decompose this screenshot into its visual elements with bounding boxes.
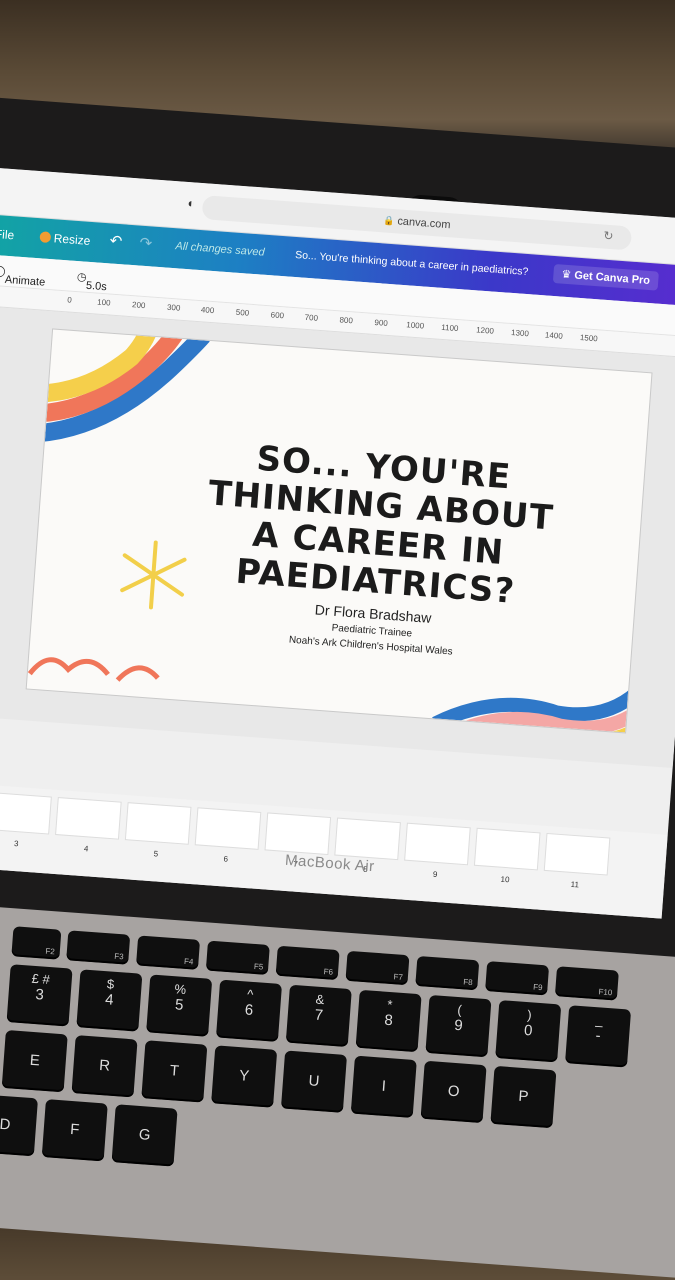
thumbnail-number: 5 — [153, 849, 159, 859]
key-d[interactable]: D — [0, 1093, 39, 1157]
redo-icon[interactable]: ↷ — [139, 234, 153, 253]
page-thumbnails: 2 3 4 5 6 7 8 9 10 11 49% — [0, 782, 668, 919]
orange-arches — [27, 657, 160, 682]
key-f5[interactable]: F5 — [205, 940, 270, 975]
asterisk-shape — [120, 540, 187, 610]
key-3[interactable]: £ #3 — [6, 964, 73, 1027]
ruler-tick: 600 — [270, 310, 285, 321]
duration-button[interactable]: ◷ 5.0s — [77, 270, 108, 293]
keyboard: F2 F3 F4 F5 F6 F7 F8 F9 F10 £ #3 $4 % 5 ^… — [0, 905, 675, 1280]
ruler-tick: 1400 — [544, 330, 564, 341]
url-text: canva.com — [396, 215, 451, 232]
key-f3[interactable]: F3 — [66, 930, 131, 965]
ruler-tick: 1500 — [579, 333, 598, 344]
ruler-tick: 100 — [96, 297, 111, 308]
key-9[interactable]: (9 — [425, 994, 492, 1058]
key-f9[interactable]: F9 — [485, 961, 550, 996]
ruler-tick: 300 — [166, 302, 181, 313]
ruler-tick: 1200 — [475, 325, 495, 336]
key-y[interactable]: Y — [211, 1045, 278, 1108]
rainbow-top-left — [34, 329, 210, 443]
design-title[interactable]: So... You're thinking about a career in … — [295, 249, 529, 278]
ruler-tick: 1300 — [510, 328, 530, 339]
key-8[interactable]: * 8 — [355, 989, 422, 1053]
key-u[interactable]: U — [280, 1050, 348, 1113]
key-e[interactable]: E — [1, 1029, 68, 1093]
key-g[interactable]: G — [111, 1104, 178, 1167]
ruler-tick: 500 — [235, 307, 250, 318]
thumbnail[interactable] — [125, 803, 191, 844]
key-5[interactable]: % 5 — [146, 974, 213, 1037]
zoom-level[interactable]: 49% — [461, 908, 482, 919]
duration-label: 5.0s — [85, 279, 108, 294]
thumbnail-number: 10 — [500, 874, 510, 885]
thumbnail[interactable] — [56, 798, 121, 839]
key-r[interactable]: R — [71, 1035, 138, 1098]
thumbnail[interactable] — [0, 792, 51, 834]
key-f4[interactable]: F4 — [136, 935, 201, 970]
crown-icon — [39, 231, 52, 244]
key-4[interactable]: $4 — [76, 969, 143, 1032]
thumbnail-number: 11 — [570, 879, 580, 890]
slide-title: SO... YOU'RE THINKING ABOUT A CAREER IN … — [185, 435, 575, 614]
ruler-tick: 900 — [374, 317, 389, 328]
get-canva-pro-button[interactable]: ♛ Get Canva Pro — [552, 263, 659, 291]
thumbnail-number: 4 — [83, 844, 89, 854]
animate-button[interactable]: ◯ Animate — [0, 264, 46, 289]
ruler-tick: 200 — [131, 300, 146, 311]
undo-icon[interactable]: ↶ — [109, 231, 123, 250]
thumbnail[interactable] — [475, 828, 540, 870]
key-t[interactable]: T — [141, 1040, 208, 1103]
thumbnail-number: 9 — [432, 869, 438, 880]
editor-canvas: SO... YOU'RE THINKING ABOUT A CAREER IN … — [0, 306, 675, 768]
key-f2[interactable]: F2 — [11, 926, 62, 960]
ruler-tick: 1100 — [440, 322, 459, 334]
key-o[interactable]: O — [420, 1060, 487, 1124]
file-menu[interactable]: File — [0, 227, 15, 242]
thumbnail[interactable] — [265, 813, 331, 854]
rainbow-bottom-right — [432, 685, 650, 733]
key-f7[interactable]: F7 — [345, 950, 410, 986]
lock-icon: 🔒 — [382, 215, 395, 227]
thumbnail-number: 3 — [13, 838, 19, 849]
ruler-tick: 700 — [304, 312, 319, 323]
key-7[interactable]: & 7 — [285, 984, 352, 1048]
key-minus[interactable]: _ - — [565, 1005, 632, 1068]
ruler-tick: 1000 — [406, 320, 425, 331]
zoom-slider-handle[interactable] — [520, 914, 529, 919]
ruler-tick: 800 — [339, 315, 354, 326]
resize-button[interactable]: Resize — [39, 230, 91, 248]
thumbnail[interactable] — [335, 818, 400, 860]
save-status: All changes saved — [175, 240, 265, 259]
thumbnail-number: 6 — [223, 854, 229, 864]
ruler-tick: 400 — [200, 305, 215, 316]
resize-label: Resize — [53, 231, 91, 248]
ruler-tick: 0 — [66, 295, 73, 305]
key-6[interactable]: ^ 6 — [215, 979, 283, 1042]
laptop-lid: ◐ 🔒 canva.com ↻ File Resize ↶ ↷ All chang… — [0, 95, 675, 970]
thumbnail[interactable] — [195, 808, 261, 849]
key-p[interactable]: P — [490, 1065, 557, 1129]
key-0[interactable]: ) 0 — [495, 1000, 562, 1063]
key-f6[interactable]: F6 — [275, 945, 340, 981]
thumbnail[interactable] — [405, 823, 470, 865]
key-f10[interactable]: F10 — [554, 966, 619, 1001]
thumbnail[interactable] — [544, 834, 610, 875]
reload-icon[interactable]: ↻ — [603, 229, 614, 244]
key-f8[interactable]: F8 — [415, 955, 480, 991]
shield-icon[interactable]: ◐ — [187, 196, 195, 210]
key-f[interactable]: F — [41, 1099, 108, 1162]
key-i[interactable]: I — [350, 1055, 417, 1118]
screen: ◐ 🔒 canva.com ↻ File Resize ↶ ↷ All chang… — [0, 167, 675, 919]
slide[interactable]: SO... YOU'RE THINKING ABOUT A CAREER IN … — [26, 329, 652, 733]
pro-label: Get Canva Pro — [573, 269, 651, 288]
